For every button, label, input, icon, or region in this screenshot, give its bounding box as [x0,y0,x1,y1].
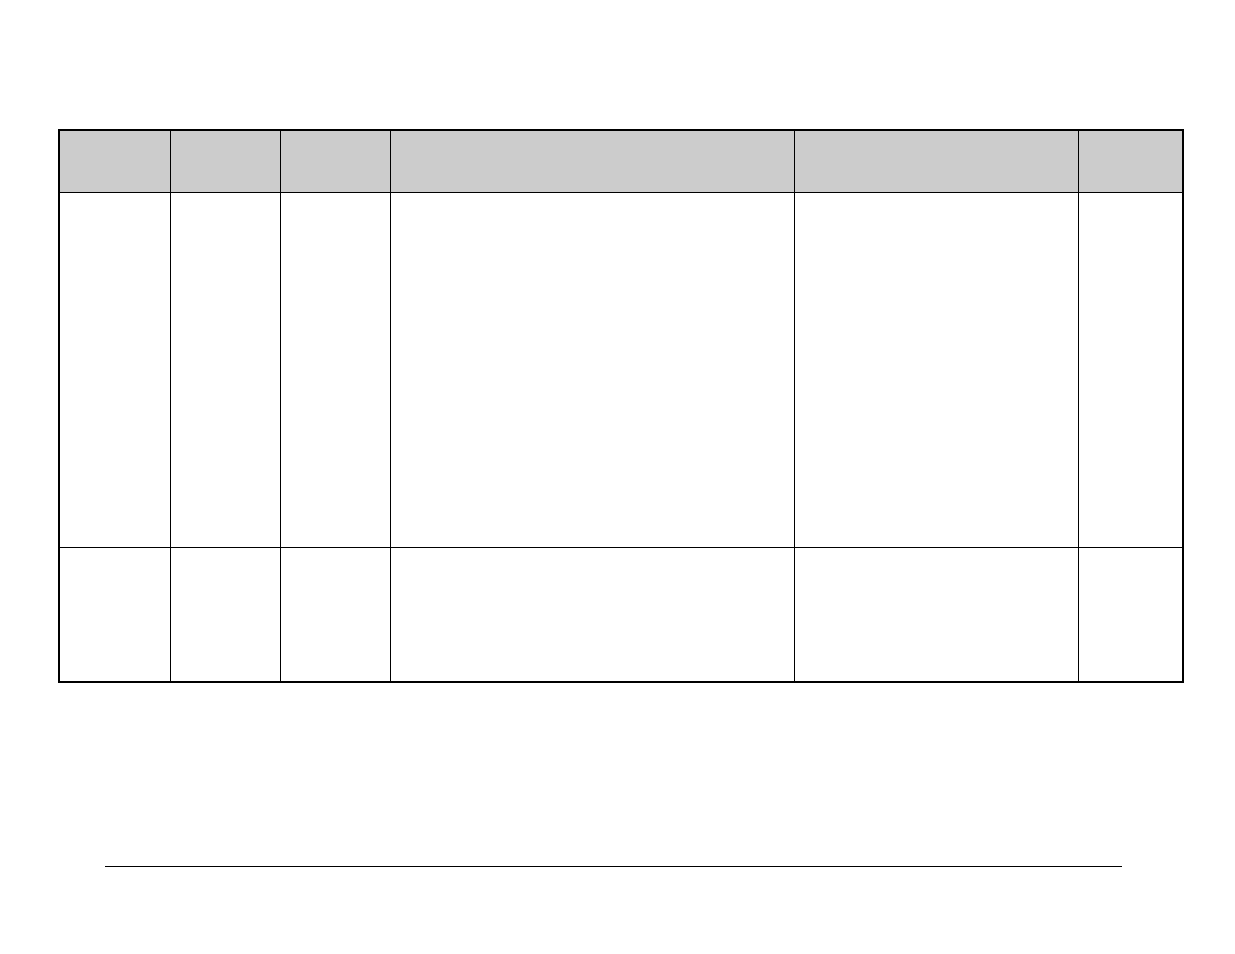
table-row [59,193,1183,548]
table-cell [390,548,794,683]
table-row [59,548,1183,683]
table-cell [1078,193,1183,548]
table-header-cell [170,130,280,193]
table-cell [1078,548,1183,683]
table-header-row [59,130,1183,193]
table-cell [59,548,170,683]
table-cell [170,193,280,548]
document-page [0,0,1235,954]
footer-divider [105,866,1122,867]
table-cell [390,193,794,548]
table-header-cell [280,130,390,193]
table-header-cell [59,130,170,193]
table-cell [59,193,170,548]
table-cell [170,548,280,683]
table-cell [280,548,390,683]
table-header-cell [390,130,794,193]
table-cell [280,193,390,548]
table-header-cell [1078,130,1183,193]
empty-table [58,129,1184,683]
table-cell [794,548,1078,683]
table-cell [794,193,1078,548]
table-header-cell [794,130,1078,193]
